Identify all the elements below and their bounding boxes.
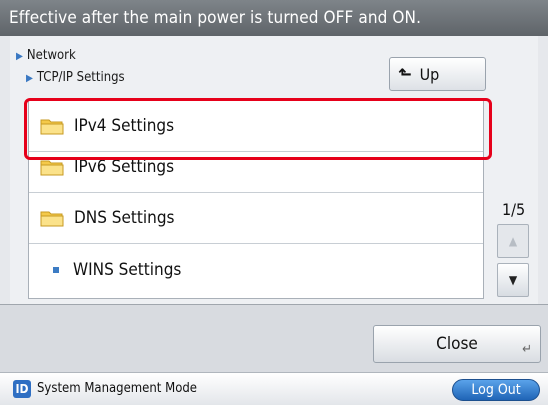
folder-icon	[40, 119, 64, 134]
folder-icon	[40, 211, 64, 226]
up-button[interactable]: ⬑ Up	[389, 57, 486, 91]
triangle-down-icon: ▼	[508, 273, 518, 287]
breadcrumb-arrow-icon: ▶	[26, 73, 33, 84]
list-item-label: DNS Settings	[74, 207, 175, 228]
logout-button[interactable]: Log Out	[452, 379, 540, 401]
list-item-label: IPv6 Settings	[74, 156, 175, 177]
header-message: Effective after the main power is turned…	[0, 0, 548, 36]
breadcrumb-network: ▶ Network	[16, 48, 76, 63]
scroll-up-button[interactable]: ▲	[497, 224, 529, 258]
return-icon: ↵	[522, 342, 532, 357]
list-item[interactable]: WINS Settings	[29, 244, 483, 296]
folder-icon	[40, 160, 64, 175]
breadcrumb-level2: TCP/IP Settings	[36, 70, 125, 85]
list-item[interactable]: IPv6 Settings	[29, 141, 483, 193]
settings-screen: Effective after the main power is turned…	[0, 0, 548, 405]
close-button-label: Close	[436, 334, 478, 354]
list-item-label: IPv4 Settings	[74, 115, 175, 136]
breadcrumb-tcpip: ▶ TCP/IP Settings	[26, 70, 125, 85]
scroll-down-button[interactable]: ▼	[497, 263, 529, 297]
bullet-icon	[53, 267, 59, 273]
page-indicator: 1/5	[502, 200, 526, 219]
status-bar: ID System Management Mode Log Out	[0, 372, 548, 405]
mode-label: System Management Mode	[37, 381, 197, 396]
id-icon: ID	[13, 380, 31, 398]
close-button[interactable]: Close ↵	[373, 325, 541, 363]
logout-label: Log Out	[471, 382, 521, 398]
triangle-up-icon: ▲	[508, 234, 518, 248]
settings-list: IPv4 Settings IPv6 Settings DNS Settings…	[28, 99, 484, 299]
up-button-label: Up	[419, 64, 440, 84]
breadcrumb-level1: Network	[26, 48, 76, 63]
list-item-label: WINS Settings	[73, 260, 182, 280]
list-item[interactable]: DNS Settings	[29, 192, 483, 244]
up-arrow-icon: ⬑	[398, 63, 412, 85]
breadcrumb-arrow-icon: ▶	[16, 51, 23, 62]
